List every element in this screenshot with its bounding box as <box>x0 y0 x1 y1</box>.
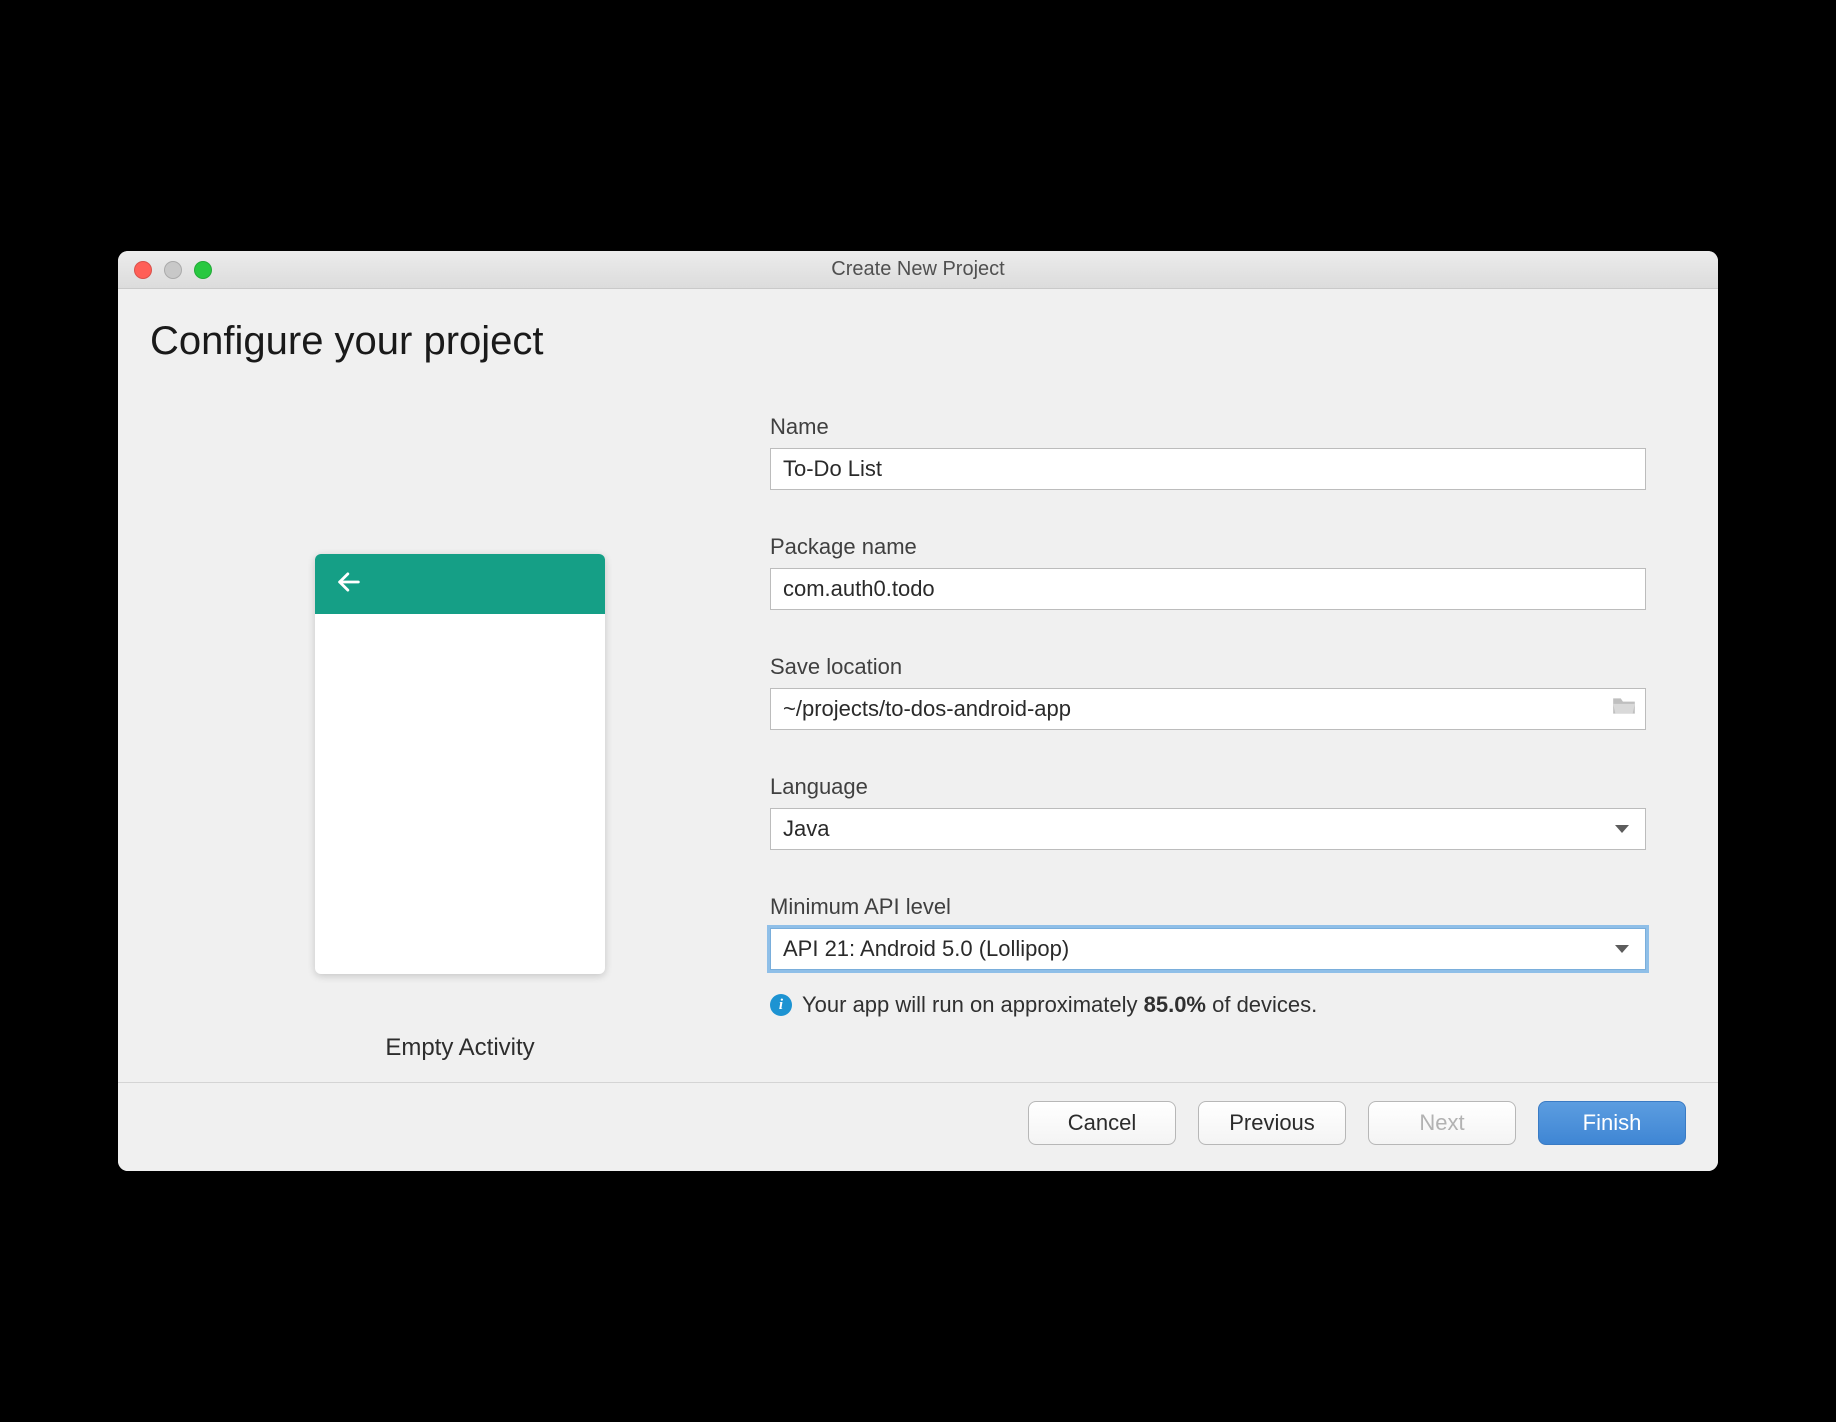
save-location-input-value: ~/projects/to-dos-android-app <box>783 696 1071 722</box>
preview-appbar <box>315 554 605 614</box>
info-percent: 85.0% <box>1144 992 1206 1017</box>
language-label: Language <box>770 774 1646 800</box>
name-input-value: To-Do List <box>783 456 882 482</box>
name-label: Name <box>770 414 1646 440</box>
api-coverage-text: Your app will run on approximately 85.0%… <box>802 992 1317 1018</box>
chevron-down-icon <box>1615 825 1629 833</box>
field-minimum-api: Minimum API level API 21: Android 5.0 (L… <box>770 894 1646 1018</box>
dialog-content: Configure your project Empty Activity Na… <box>118 289 1718 1082</box>
field-name: Name To-Do List <box>770 414 1646 490</box>
save-location-input[interactable]: ~/projects/to-dos-android-app <box>770 688 1646 730</box>
language-select[interactable]: Java <box>770 808 1646 850</box>
next-button: Next <box>1368 1101 1516 1145</box>
info-prefix: Your app will run on approximately <box>802 992 1144 1017</box>
cancel-button[interactable]: Cancel <box>1028 1101 1176 1145</box>
activity-preview-column: Empty Activity <box>150 414 770 1062</box>
preview-caption: Empty Activity <box>385 1034 534 1062</box>
back-arrow-icon <box>335 568 363 601</box>
package-name-input-value: com.auth0.todo <box>783 576 935 602</box>
dialog-window: Create New Project Configure your projec… <box>118 251 1718 1171</box>
minimum-api-select[interactable]: API 21: Android 5.0 (Lollipop) <box>770 928 1646 970</box>
window-title: Create New Project <box>118 258 1718 281</box>
page-title: Configure your project <box>150 319 1686 364</box>
previous-button[interactable]: Previous <box>1198 1101 1346 1145</box>
field-language: Language Java <box>770 774 1646 850</box>
body-row: Empty Activity Name To-Do List Package n… <box>150 414 1686 1062</box>
chevron-down-icon <box>1615 945 1629 953</box>
info-icon: i <box>770 994 792 1016</box>
field-package: Package name com.auth0.todo <box>770 534 1646 610</box>
save-location-label: Save location <box>770 654 1646 680</box>
activity-preview-thumbnail <box>315 554 605 974</box>
browse-folder-button[interactable] <box>1611 695 1637 723</box>
field-save-location: Save location ~/projects/to-dos-android-… <box>770 654 1646 730</box>
form-column: Name To-Do List Package name com.auth0.t… <box>770 414 1686 1062</box>
titlebar: Create New Project <box>118 251 1718 289</box>
package-name-input[interactable]: com.auth0.todo <box>770 568 1646 610</box>
language-select-value: Java <box>783 816 829 842</box>
name-input[interactable]: To-Do List <box>770 448 1646 490</box>
info-suffix: of devices. <box>1206 992 1317 1017</box>
finish-button[interactable]: Finish <box>1538 1101 1686 1145</box>
folder-icon <box>1611 695 1637 717</box>
api-coverage-info: i Your app will run on approximately 85.… <box>770 992 1646 1018</box>
package-name-label: Package name <box>770 534 1646 560</box>
minimum-api-select-value: API 21: Android 5.0 (Lollipop) <box>783 936 1069 962</box>
dialog-footer: Cancel Previous Next Finish <box>118 1082 1718 1171</box>
minimum-api-label: Minimum API level <box>770 894 1646 920</box>
